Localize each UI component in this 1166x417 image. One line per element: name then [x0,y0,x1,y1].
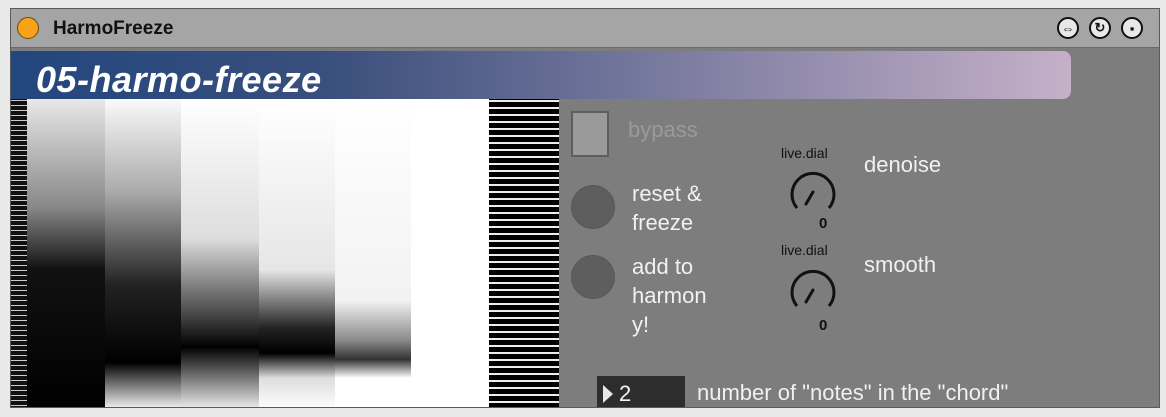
device-titlebar: HarmoFreeze ⇔ ↻ ▪ [11,9,1159,48]
denoise-dial-value: 0 [819,215,828,232]
device-panel: HarmoFreeze ⇔ ↻ ▪ 05-harmo-freeze bypass… [10,8,1160,408]
denoise-label: denoise [864,152,942,177]
add-to-harmony-label: add to harmon y! [632,252,707,339]
reset-label-line2: freeze [632,210,694,235]
reset-freeze-label: reset & freeze [632,179,702,237]
reset-label-line1: reset & [632,181,702,206]
add-to-harmony-button[interactable] [571,255,615,299]
device-name: HarmoFreeze [53,18,174,39]
bypass-label: bypass [628,117,698,142]
reload-icon[interactable]: ↻ [1089,17,1111,39]
spectrogram-canvas [11,99,559,407]
spectrogram-display [11,99,559,407]
denoise-dial[interactable] [785,164,841,216]
smooth-dial[interactable] [785,262,841,314]
number-box-arrow-icon [603,385,613,403]
smooth-label: smooth [864,252,937,277]
notes-number-box[interactable]: 2 [597,376,685,407]
save-icon[interactable]: ▪ [1121,17,1143,39]
smooth-dial-caption: live.dial [781,242,828,258]
add-label-line3: y! [632,312,650,337]
denoise-dial-caption: live.dial [781,145,828,161]
add-label-line1: add to [632,254,694,279]
banner-title: 05-harmo-freeze [36,59,322,100]
smooth-dial-value: 0 [819,317,828,334]
controls-panel: bypass reset & freeze add to harmon y! l… [559,99,1159,407]
notes-number-value: 2 [619,381,632,406]
bypass-toggle[interactable] [571,111,609,157]
device-power-icon[interactable] [17,17,39,39]
reset-freeze-button[interactable] [571,185,615,229]
notes-number-label: number of "notes" in the "chord" [697,380,1009,405]
hotswap-icon[interactable]: ⇔ [1057,17,1079,39]
title-banner: 05-harmo-freeze [11,51,1071,100]
add-label-line2: harmon [632,283,707,308]
